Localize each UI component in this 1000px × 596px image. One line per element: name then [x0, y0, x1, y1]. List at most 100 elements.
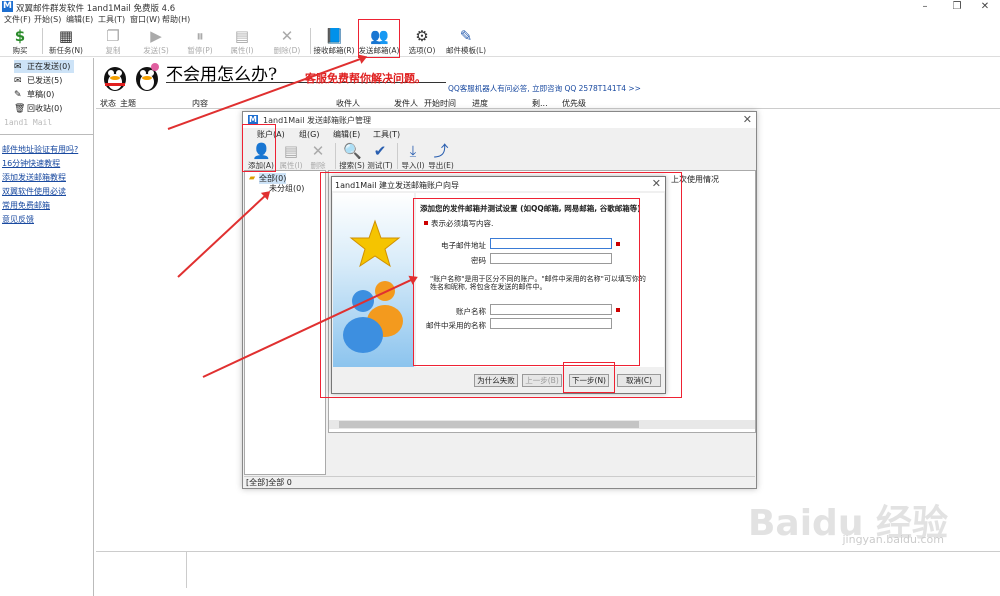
menu-edit[interactable]: 编辑(E) — [333, 129, 360, 140]
title-bar: M 双翼邮件群发软件 1and1Mail 免费版 4.6 – ❐ ✕ — [0, 0, 1000, 14]
link-add-mailbox-tutorial[interactable]: 添加发送邮箱教程 — [2, 172, 66, 183]
folder-drafts[interactable]: ✎ 草稿(0) — [14, 88, 54, 101]
col-remaining[interactable]: 剩... — [532, 98, 548, 109]
delete-button[interactable]: ✕ 删除(D) — [267, 25, 307, 57]
import-icon: ⤓ — [409, 142, 417, 160]
baidu-watermark-url: jingyan.baidu.com — [842, 533, 944, 546]
buy-button[interactable]: $ 购买 — [0, 25, 40, 57]
receive-mailbox-button[interactable]: 📘 接收邮箱(R) — [313, 25, 355, 57]
account-dialog-menu: 账户(A) 组(G) 编辑(E) 工具(T) — [243, 129, 756, 140]
menu-file[interactable]: 文件(F) — [4, 14, 31, 25]
delete-icon: ✕ — [311, 142, 325, 160]
export-icon: ⤴ — [433, 142, 449, 160]
sidebar: ✉ 正在发送(0) ✉ 已发送(5) ✎ 草稿(0) 🗑 回收站(0) 1and1 Ma… — [0, 58, 94, 596]
buy-label: 购买 — [12, 46, 28, 55]
link-feedback[interactable]: 意见反馈 — [2, 214, 34, 225]
delete-label: 删除(D) — [273, 46, 301, 55]
copy-label: 复制 — [105, 46, 121, 55]
properties-label: 属性(I) — [230, 46, 254, 55]
maximize-button[interactable]: ❐ — [942, 0, 972, 14]
col-recipient[interactable]: 收件人 — [336, 98, 360, 109]
folder-sending[interactable]: ✉ 正在发送(0) — [14, 60, 74, 73]
receive-mailbox-label: 接收邮箱(R) — [313, 46, 355, 55]
account-dialog-title: 1and1Mail 发送邮箱账户管理 — [263, 116, 372, 125]
send-button[interactable]: ▶ 发送(S) — [136, 25, 176, 57]
horizontal-scrollbar[interactable] — [329, 420, 755, 429]
detail-panel — [96, 551, 1000, 588]
col-content[interactable]: 内容 — [192, 98, 208, 109]
sent-icon: ✉ — [14, 76, 22, 86]
folder-trash[interactable]: 🗑 回收站(0) — [14, 102, 62, 115]
close-button[interactable]: ✕ — [970, 0, 1000, 14]
new-task-button[interactable]: ▦ 新任务(N) — [46, 25, 86, 57]
options-button[interactable]: ⚙ 选项(O) — [402, 25, 442, 57]
account-delete-button[interactable]: ✕ 删除 — [303, 140, 333, 172]
account-dialog-close-button[interactable]: ✕ — [743, 113, 752, 126]
link-quick-tutorial[interactable]: 16分钟快速教程 — [2, 158, 60, 169]
minimize-button[interactable]: – — [910, 0, 940, 14]
folder-label: 正在发送(0) — [27, 62, 71, 71]
new-task-icon: ▦ — [58, 27, 74, 45]
menu-start[interactable]: 开始(S) — [34, 14, 61, 25]
pause-button[interactable]: ⏸ 暂停(P) — [180, 25, 220, 57]
highlight-box-add — [242, 124, 276, 172]
test-icon: ✔ — [373, 142, 387, 160]
template-button[interactable]: ✎ 邮件模板(L) — [444, 25, 488, 57]
account-dialog-status: [全部]全部 0 — [244, 476, 755, 488]
link-free-mailboxes[interactable]: 常用免费邮箱 — [2, 200, 50, 211]
receive-mailbox-icon: 📘 — [325, 27, 344, 45]
export-button[interactable]: ⤴ 导出(E) — [426, 140, 456, 172]
send-label: 发送(S) — [143, 46, 169, 55]
options-label: 选项(O) — [408, 46, 436, 55]
search-button[interactable]: 🔍 搜索(S) — [337, 140, 367, 172]
copy-button[interactable]: ❐ 复制 — [93, 25, 133, 57]
col-sender[interactable]: 发件人 — [394, 98, 418, 109]
send-icon: ▶ — [150, 27, 162, 45]
account-dialog-toolbar: 👤 添加(A) ▤ 属性(I) ✕ 删除 🔍 搜索(S) ✔ 测试(T) ⤓ 导… — [243, 140, 756, 172]
options-icon: ⚙ — [415, 27, 429, 45]
link-verify-address[interactable]: 邮件地址验证有用吗? — [2, 144, 78, 155]
drafts-icon: ✎ — [14, 90, 22, 100]
account-dialog-titlebar: M 1and1Mail 发送邮箱账户管理 ✕ — [243, 112, 756, 128]
folder-sent[interactable]: ✉ 已发送(5) — [14, 74, 62, 87]
app-logo-icon: M — [2, 1, 13, 12]
properties-icon: ▤ — [234, 27, 250, 45]
test-button[interactable]: ✔ 测试(T) — [365, 140, 395, 172]
template-icon: ✎ — [459, 27, 473, 45]
qq-consult-link[interactable]: QQ客服机器人有问必答, 立即咨询 QQ 2578T141T4 >> — [448, 83, 641, 94]
trash-icon: 🗑 — [14, 104, 26, 114]
import-button[interactable]: ⤓ 导入(I) — [398, 140, 428, 172]
menu-edit[interactable]: 编辑(E) — [66, 14, 93, 25]
col-priority[interactable]: 优先级 — [562, 98, 586, 109]
folder-label: 草稿(0) — [27, 90, 55, 99]
scroll-thumb[interactable] — [339, 421, 639, 428]
copy-icon: ❐ — [106, 27, 120, 45]
folder-label: 回收站(0) — [27, 104, 63, 113]
tree-item-ungrouped[interactable]: 未分组(0) — [269, 183, 304, 194]
folder-label: 已发送(5) — [27, 76, 63, 85]
template-label: 邮件模板(L) — [445, 46, 487, 55]
menu-bar: 文件(F) 开始(S) 编辑(E) 工具(T) 窗口(W) 帮助(H) — [0, 14, 1000, 25]
col-progress[interactable]: 进度 — [472, 98, 488, 109]
properties-button[interactable]: ▤ 属性(I) — [222, 25, 262, 57]
highlight-box-wizard — [320, 172, 682, 398]
qq-penguin-icon — [104, 67, 126, 91]
main-toolbar: $ 购买 ▦ 新任务(N) ❐ 复制 ▶ 发送(S) ⏸ 暂停(P) ▤ 属性(… — [0, 25, 1000, 57]
col-status[interactable]: 状态 — [100, 98, 116, 109]
menu-tools[interactable]: 工具(T) — [98, 14, 125, 25]
menu-group[interactable]: 组(G) — [299, 129, 319, 140]
group-tree: 全部(0) 未分组(0) ▰ — [244, 170, 326, 475]
dollar-icon: $ — [14, 27, 26, 45]
menu-tools[interactable]: 工具(T) — [373, 129, 400, 140]
col-start-time[interactable]: 开始时间 — [424, 98, 456, 109]
window-title: 双翼邮件群发软件 1and1Mail 免费版 4.6 — [16, 4, 176, 14]
link-must-read[interactable]: 双翼软件使用必读 — [2, 186, 66, 197]
properties-icon: ▤ — [283, 142, 299, 160]
pause-label: 暂停(P) — [187, 46, 213, 55]
pause-icon: ⏸ — [196, 27, 204, 45]
delete-icon: ✕ — [280, 27, 294, 45]
sidebar-brand: 1and1 Mail — [4, 118, 53, 127]
col-subject[interactable]: 主题 — [120, 98, 136, 109]
menu-window[interactable]: 窗口(W) — [130, 14, 160, 25]
menu-help[interactable]: 帮助(H) — [162, 14, 190, 25]
